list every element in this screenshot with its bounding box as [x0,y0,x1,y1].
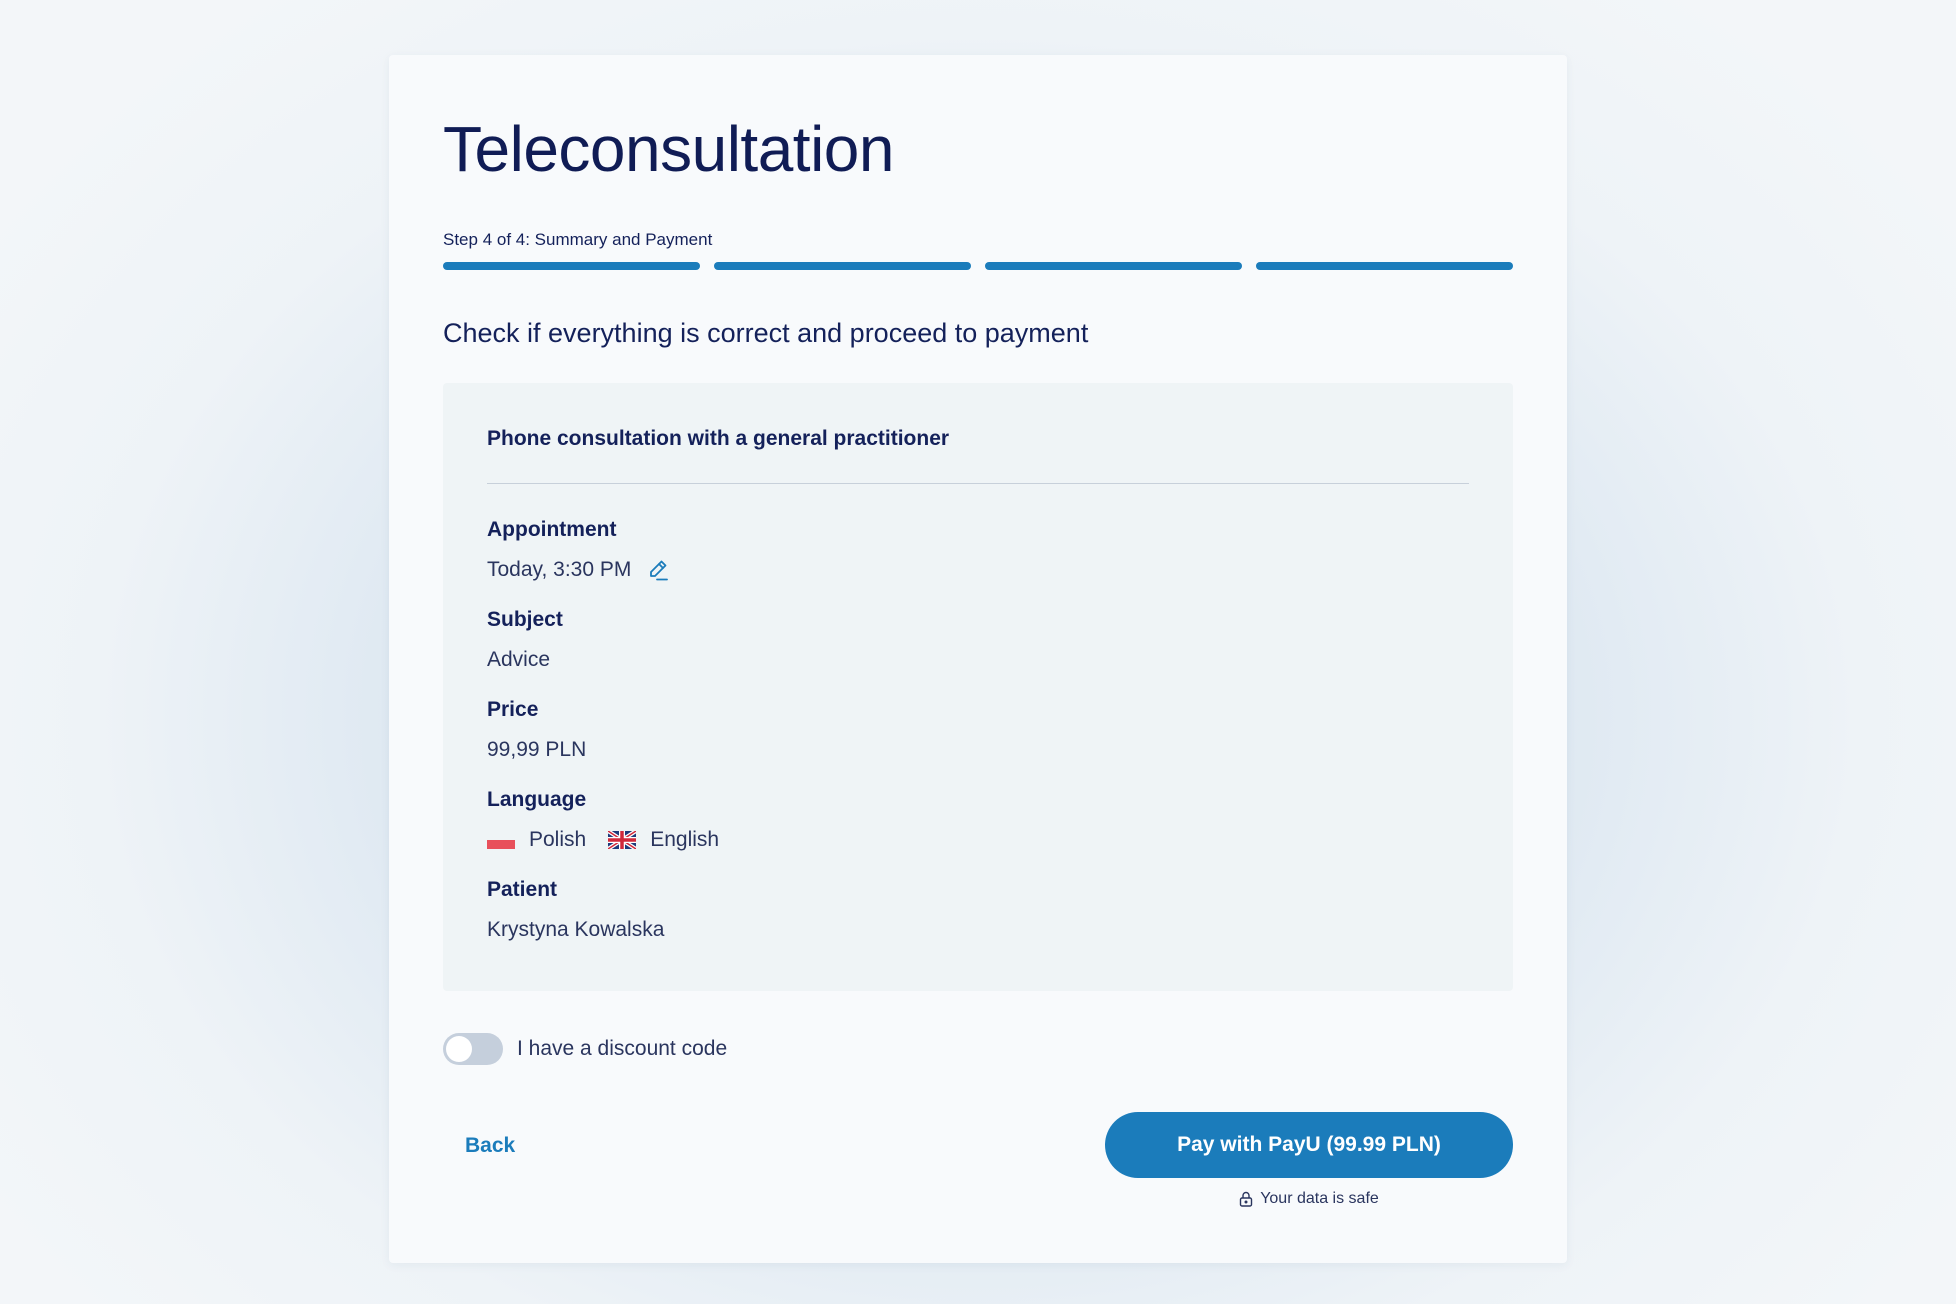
patient-value: Krystyna Kowalska [487,917,665,941]
language-polish-label: Polish [529,827,587,851]
appointment-field: Appointment Today, 3:30 PM [487,518,1469,582]
discount-label[interactable]: I have a discount code [517,1037,727,1061]
price-label: Price [487,697,539,721]
lock-icon [1239,1191,1253,1207]
summary-panel: Phone consultation with a general practi… [443,382,1513,991]
appointment-value-row: Today, 3:30 PM [487,558,1469,582]
toggle-knob [446,1035,472,1062]
language-values: Polish English [487,828,1469,852]
price-value: 99,99 PLN [487,737,587,761]
step-label: Step 4 of 4: Summary and Payment [443,229,713,249]
section-heading: Check if everything is correct and proce… [443,317,1089,348]
progress-segment-2 [714,261,971,270]
service-title: Phone consultation with a general practi… [487,427,1469,484]
page-title: Teleconsultation [443,113,894,185]
language-label: Language [487,787,587,811]
teleconsultation-card: Teleconsultation Step 4 of 4: Summary an… [389,55,1567,1263]
pay-section: Pay with PayU (99.99 PLN) Your data is s… [1105,1112,1513,1208]
patient-label: Patient [487,877,558,901]
appointment-label: Appointment [487,517,617,541]
subject-label: Subject [487,607,563,631]
data-safe-note: Your data is safe [1239,1190,1379,1208]
subject-value: Advice [487,647,551,671]
back-link[interactable]: Back [465,1134,515,1158]
progress-segment-1 [443,261,700,270]
language-field: Language Polish English [487,788,1469,852]
progress-bar [443,261,1513,270]
language-polish: Polish [487,828,586,852]
patient-field: Patient Krystyna Kowalska [487,878,1469,942]
discount-toggle[interactable] [443,1032,503,1065]
pencil-icon[interactable] [647,559,669,581]
progress-segment-4 [1256,261,1513,270]
poland-flag-icon [487,830,515,849]
subject-field: Subject Advice [487,608,1469,672]
progress-segment-3 [985,261,1242,270]
appointment-value: Today, 3:30 PM [487,557,632,581]
data-safe-label: Your data is safe [1260,1190,1379,1207]
action-bar: Back Pay with PayU (99.99 PLN) Your data… [443,1112,1513,1208]
pay-button[interactable]: Pay with PayU (99.99 PLN) [1105,1112,1513,1178]
price-field: Price 99,99 PLN [487,698,1469,762]
discount-row: I have a discount code [443,1032,1513,1065]
uk-flag-icon [608,830,637,849]
language-english: English [608,828,719,852]
language-english-label: English [650,827,720,851]
